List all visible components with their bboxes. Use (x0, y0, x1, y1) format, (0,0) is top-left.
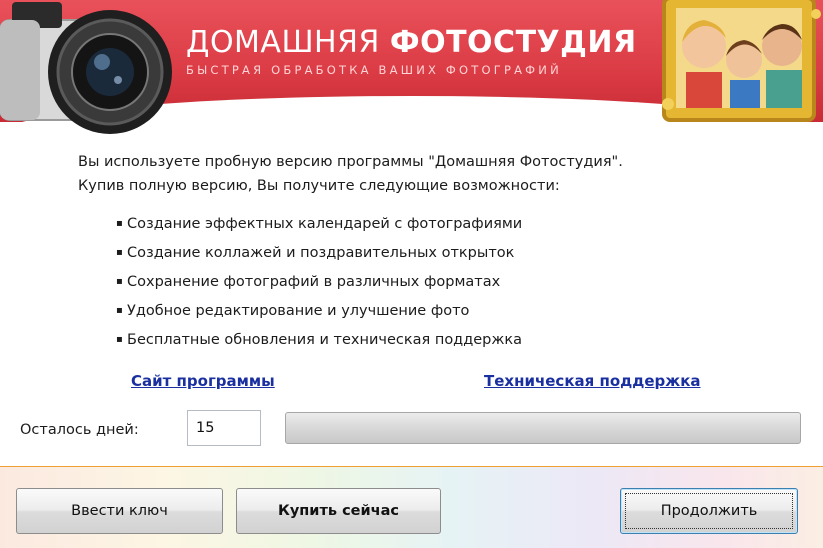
family-photo-frame-icon (662, 0, 821, 122)
title-block: ДОМАШНЯЯ ФОТОСТУДИЯ БЫСТРАЯ ОБРАБОТКА ВА… (186, 26, 637, 78)
bullet-icon: ▪ (116, 305, 123, 316)
feature-item: ▪ Бесплатные обновления и техническая под… (116, 328, 522, 357)
bullet-icon: ▪ (116, 276, 123, 287)
feature-item-label: Бесплатные обновления и техническая подд… (127, 332, 523, 348)
app-subtitle: БЫСТРАЯ ОБРАБОТКА ВАШИХ ФОТОГРАФИЙ (186, 63, 562, 77)
days-left-label: Осталось дней: (20, 422, 139, 438)
intro-line-1: Вы используете пробную версию программы … (78, 154, 623, 170)
days-left-field: 15 (187, 410, 261, 446)
bullet-icon: ▪ (116, 247, 123, 258)
bullet-icon: ▪ (116, 334, 123, 345)
buy-now-button[interactable]: Купить сейчас (236, 488, 441, 534)
camera-icon (0, 2, 172, 134)
app-title-part2: ФОТОСТУДИЯ (389, 25, 637, 60)
feature-item: ▪ Создание эффектных календарей с фотогра… (116, 212, 522, 241)
intro-text: Вы используете пробную версию программы … (78, 150, 623, 198)
feature-list: ▪ Создание эффектных календарей с фотогра… (116, 212, 522, 357)
support-link[interactable]: Техническая поддержка (484, 372, 701, 390)
feature-item: ▪ Удобное редактирование и улучшение фото (116, 299, 522, 328)
app-title: ДОМАШНЯЯ ФОТОСТУДИЯ (186, 26, 637, 60)
trial-progress-bar (285, 412, 801, 444)
feature-item: ▪ Сохранение фотографий в различных форма… (116, 270, 522, 299)
app-title-part1: ДОМАШНЯЯ (186, 25, 390, 60)
enter-key-button[interactable]: Ввести ключ (16, 488, 223, 534)
feature-item-label: Создание коллажей и поздравительных откр… (127, 245, 515, 261)
intro-line-2: Купив полную версию, Вы получите следующ… (78, 178, 560, 194)
bullet-icon: ▪ (116, 218, 123, 229)
focus-outline (625, 493, 793, 529)
feature-item-label: Удобное редактирование и улучшение фото (127, 303, 470, 319)
feature-item-label: Сохранение фотографий в различных формат… (127, 274, 501, 290)
continue-button[interactable]: Продолжить (620, 488, 798, 534)
feature-item-label: Создание эффектных календарей с фотограф… (127, 216, 523, 232)
site-link[interactable]: Сайт программы (131, 372, 275, 390)
feature-item: ▪ Создание коллажей и поздравительных отк… (116, 241, 522, 270)
